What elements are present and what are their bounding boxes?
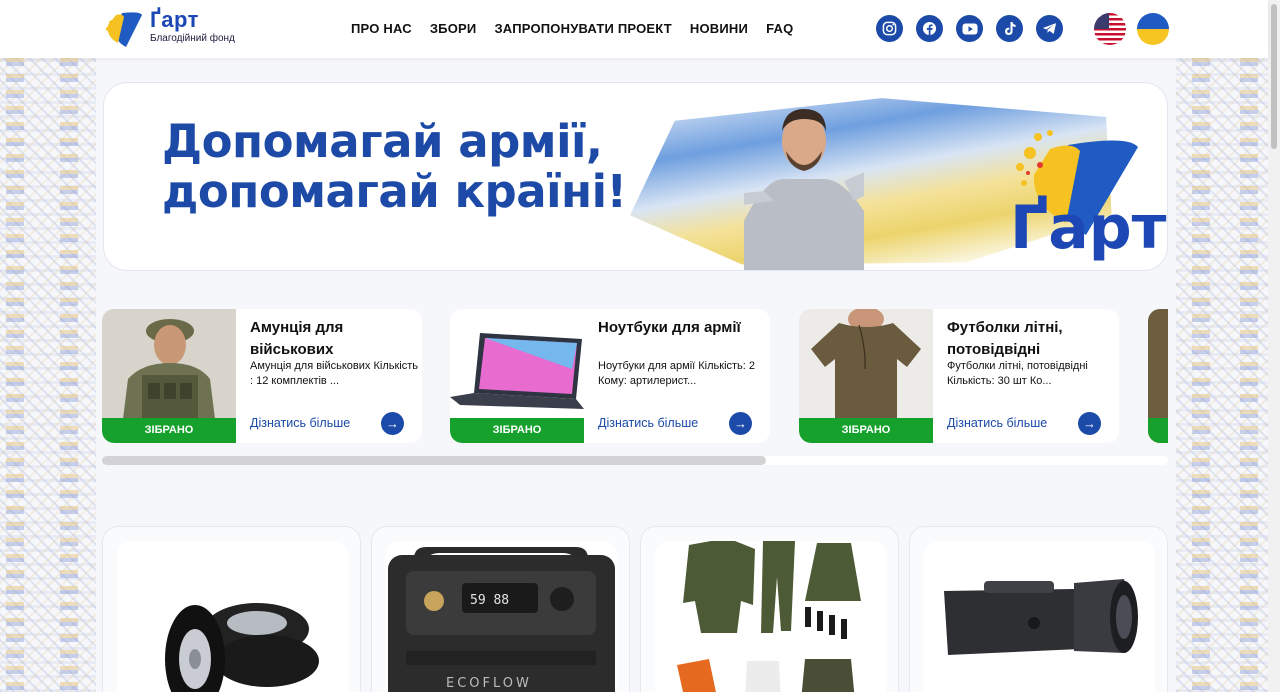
- ornament-strip: [6, 58, 24, 692]
- social-links: [876, 15, 1063, 42]
- logo-icon: [106, 12, 142, 48]
- learn-more-link[interactable]: Дізнатись більше: [250, 416, 350, 430]
- tiktok-icon[interactable]: [996, 15, 1023, 42]
- card-description: Ноутбуки для армії Кількість: 2 Кому: ар…: [598, 360, 756, 387]
- card-description: Футболки літні, потовідвідні Кількість: …: [947, 360, 1088, 387]
- card-description: Амунція для військових Кількість : 12 ко…: [250, 360, 418, 387]
- arrow-right-icon[interactable]: →: [381, 412, 404, 435]
- hero-logo-text: Ґарт: [1010, 193, 1167, 263]
- site-header: Ґарт Благодійний фонд ПРО НАС ЗБОРИ ЗАПР…: [0, 0, 1268, 58]
- logo-subtitle: Благодійний фонд: [150, 33, 235, 44]
- product-card-power-station[interactable]: 59 88 ECOFLOW: [371, 526, 630, 692]
- hero-banner[interactable]: Допомагай армії, допомагай країні! Ґарт: [103, 82, 1168, 271]
- card-image-tshirt: ЗІБРАНО: [799, 309, 933, 443]
- main-nav: ПРО НАС ЗБОРИ ЗАПРОПОНУВАТИ ПРОЕКТ НОВИН…: [351, 21, 793, 36]
- hero-title: Допомагай армії, допомагай країні!: [162, 117, 627, 217]
- product-card-thermal-imager[interactable]: [909, 526, 1168, 692]
- carousel-card[interactable]: ЗІБРАНО Футболки літні, потовідвідні Фут…: [799, 309, 1119, 443]
- nav-news[interactable]: НОВИНИ: [690, 21, 748, 36]
- card-image-soldier: ЗІБРАНО: [102, 309, 236, 443]
- status-badge: ЗІБРАНО: [799, 418, 933, 443]
- product-card-clothing[interactable]: [640, 526, 899, 692]
- card-image: [1148, 309, 1168, 443]
- status-badge: [1148, 418, 1168, 443]
- product-card-tires[interactable]: [102, 526, 361, 692]
- carousel-scrollbar[interactable]: [102, 456, 1168, 465]
- language-switcher: [1094, 13, 1169, 45]
- card-image-laptop: ЗІБРАНО: [450, 309, 584, 443]
- instagram-icon[interactable]: [876, 15, 903, 42]
- hero-title-line1: Допомагай армії,: [162, 115, 603, 168]
- carousel-card[interactable]: ЗІБРАНО Ноутбуки для армії Ноутбуки для …: [450, 309, 770, 443]
- site-logo[interactable]: Ґарт Благодійний фонд: [102, 9, 235, 49]
- status-badge: ЗІБРАНО: [102, 418, 236, 443]
- product-image-power-station: 59 88 ECOFLOW: [386, 541, 617, 692]
- youtube-icon[interactable]: [956, 15, 983, 42]
- card-title: Ноутбуки для армії: [598, 319, 741, 336]
- arrow-right-icon[interactable]: →: [1078, 412, 1101, 435]
- product-image-thermal-imager: [924, 541, 1155, 692]
- status-badge: ЗІБРАНО: [450, 418, 584, 443]
- carousel-card-partial[interactable]: [1148, 309, 1168, 443]
- card-title: Футболки літні, потовідвідні: [947, 319, 1063, 358]
- facebook-icon[interactable]: [916, 15, 943, 42]
- page-scrollbar[interactable]: [1268, 0, 1280, 692]
- learn-more-link[interactable]: Дізнатись більше: [598, 416, 698, 430]
- product-image-tires: [117, 541, 348, 692]
- nav-about[interactable]: ПРО НАС: [351, 21, 412, 36]
- carousel-scrollbar-thumb[interactable]: [102, 456, 766, 465]
- nav-propose-project[interactable]: ЗАПРОПОНУВАТИ ПРОЕКТ: [494, 21, 671, 36]
- ukraine-flag-icon[interactable]: [1137, 13, 1169, 45]
- card-title: Амунція для військових: [250, 319, 344, 358]
- hero-person-image: [744, 109, 864, 270]
- learn-more-link[interactable]: Дізнатись більше: [947, 416, 1047, 430]
- product-image-clothing: [655, 541, 886, 692]
- us-flag-icon[interactable]: [1094, 13, 1126, 45]
- arrow-right-icon[interactable]: →: [729, 412, 752, 435]
- svg-text:59 88: 59 88: [470, 593, 509, 608]
- nav-faq[interactable]: FAQ: [766, 21, 793, 36]
- power-station-brand: ECOFLOW: [446, 676, 532, 691]
- logo-name: Ґарт: [150, 7, 199, 32]
- scrollbar-thumb[interactable]: [1271, 4, 1277, 149]
- fundraiser-carousel: ЗІБРАНО Амунція для військових Амунція д…: [102, 309, 1168, 443]
- telegram-icon[interactable]: [1036, 15, 1063, 42]
- ornament-strip: [60, 58, 78, 692]
- ornament-strip: [1240, 58, 1258, 692]
- nav-fundraisers[interactable]: ЗБОРИ: [430, 21, 477, 36]
- carousel-card[interactable]: ЗІБРАНО Амунція для військових Амунція д…: [102, 309, 422, 443]
- ornament-strip: [1192, 58, 1210, 692]
- hero-title-line2: допомагай країні!: [162, 165, 627, 218]
